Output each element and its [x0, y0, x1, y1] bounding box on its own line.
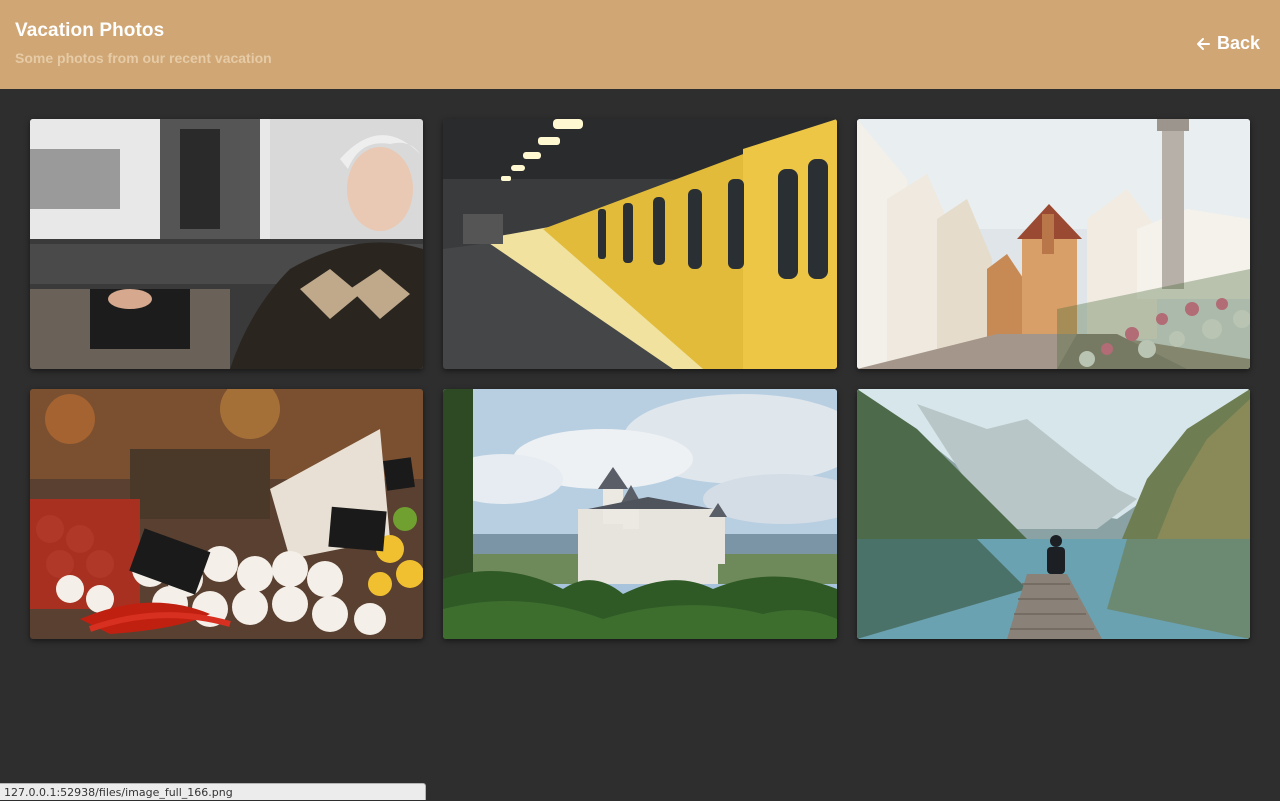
back-button[interactable]: Back — [1195, 33, 1260, 54]
photo-castle-on-hill[interactable] — [443, 389, 837, 639]
photo-lake-dock-mountains[interactable] — [857, 389, 1250, 639]
page-title: Vacation Photos — [15, 20, 165, 41]
page-subtitle: Some photos from our recent vacation — [15, 50, 272, 66]
photo-medieval-town-street[interactable] — [857, 119, 1250, 369]
photo-yellow-subway-train[interactable] — [443, 119, 837, 369]
photo-portrait-woman[interactable] — [30, 119, 423, 369]
photo-market-stall-garlic[interactable] — [30, 389, 423, 639]
browser-status-bar: 127.0.0.1:52938/files/image_full_166.png — [0, 783, 426, 800]
photo-grid — [30, 119, 1250, 639]
arrow-left-icon — [1195, 36, 1211, 52]
app-header: Vacation Photos Some photos from our rec… — [0, 0, 1280, 89]
back-label: Back — [1216, 33, 1260, 53]
